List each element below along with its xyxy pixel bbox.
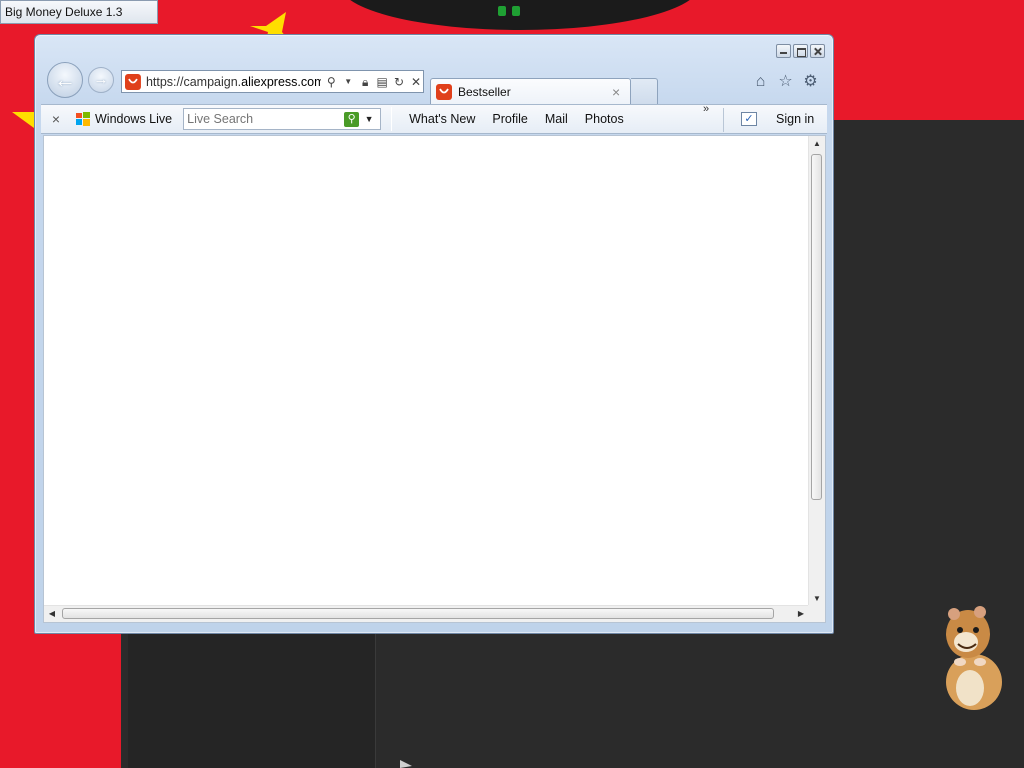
close-tab-icon[interactable]: × [612,84,626,100]
windows-logo-icon [76,112,90,126]
app-title-label[interactable]: Big Money Deluxe 1.3 [0,0,158,24]
forward-arrow-icon: → [93,71,109,88]
minimize-button[interactable] [776,44,791,58]
link-mail[interactable]: Mail [545,112,568,126]
windows-live-button[interactable]: Windows Live [75,111,172,127]
overflow-chevron-icon[interactable]: » [703,103,709,115]
scroll-right-icon[interactable]: ▶ [793,606,809,622]
link-profile[interactable]: Profile [492,112,527,126]
vertical-scroll-thumb[interactable] [811,154,822,500]
maximize-button[interactable] [793,44,808,58]
forward-button[interactable]: → [88,67,114,93]
horizontal-scroll-thumb[interactable] [62,608,774,619]
link-whats-new[interactable]: What's New [409,112,475,126]
horizontal-scrollbar[interactable]: ◀ ▶ [44,605,809,622]
dropdown-icon[interactable]: ▼ [341,75,355,89]
toolbar-icons: ⌂ ☆ ⚙ [752,73,819,90]
stop-icon[interactable]: ✕ [409,75,423,89]
lock-icon[interactable]: 🔒︎ [358,75,372,89]
live-search-box: ⚲ ▼ [183,108,382,130]
page-content[interactable]: ▲ ▼ ◀ ▶ [43,135,826,623]
tab-label: Bestseller [458,84,511,99]
refresh-icon[interactable]: ↻ [392,75,406,89]
aliexpress-favicon [125,73,141,90]
settings-gear-icon[interactable]: ⚙ [802,73,819,90]
search-dropdown-icon[interactable]: ▼ [362,114,376,124]
vertical-scrollbar[interactable]: ▲ ▼ [808,136,825,607]
toolbar-divider [723,108,724,132]
close-toolbar-icon[interactable]: × [43,111,69,127]
home-icon[interactable]: ⌂ [752,73,769,90]
mouse-cursor-icon [400,760,412,768]
compat-icon[interactable]: ▤ [375,75,389,89]
scroll-up-icon[interactable]: ▲ [809,136,825,152]
browser-window: ← → https://campaign.aliexpress.com ⚲ ▼ … [34,34,834,634]
toolbar-divider [391,107,393,131]
url-text[interactable]: https://campaign.aliexpress.com [146,75,321,89]
back-arrow-icon: ← [54,67,76,92]
close-window-button[interactable] [810,44,825,58]
windows-live-toolbar: × Windows Live ⚲ ▼ What's New Profile Ma… [41,103,827,134]
favorites-star-icon[interactable]: ☆ [777,73,794,90]
windows-live-label: Windows Live [95,112,173,126]
scrollbar-corner [808,605,825,622]
hamster-desktop-pet[interactable] [936,604,1006,712]
link-photos[interactable]: Photos [585,112,624,126]
tab-bestseller[interactable]: Bestseller × [430,78,631,104]
back-button[interactable]: ← [47,62,83,98]
sign-in-link[interactable]: Sign in [776,112,814,126]
scroll-left-icon[interactable]: ◀ [44,606,60,622]
aliexpress-favicon [436,83,452,100]
new-tab-button[interactable] [631,78,658,104]
desktop-dark-panel [128,630,376,768]
search-go-icon[interactable]: ⚲ [344,111,360,127]
checkbox-icon[interactable]: ✓ [741,112,757,126]
address-bar[interactable]: https://campaign.aliexpress.com ⚲ ▼ 🔒︎ ▤… [121,70,424,93]
window-controls [776,44,825,58]
live-search-input[interactable] [184,112,345,126]
search-icon[interactable]: ⚲ [324,75,338,89]
desktop-green-mark [498,6,528,18]
